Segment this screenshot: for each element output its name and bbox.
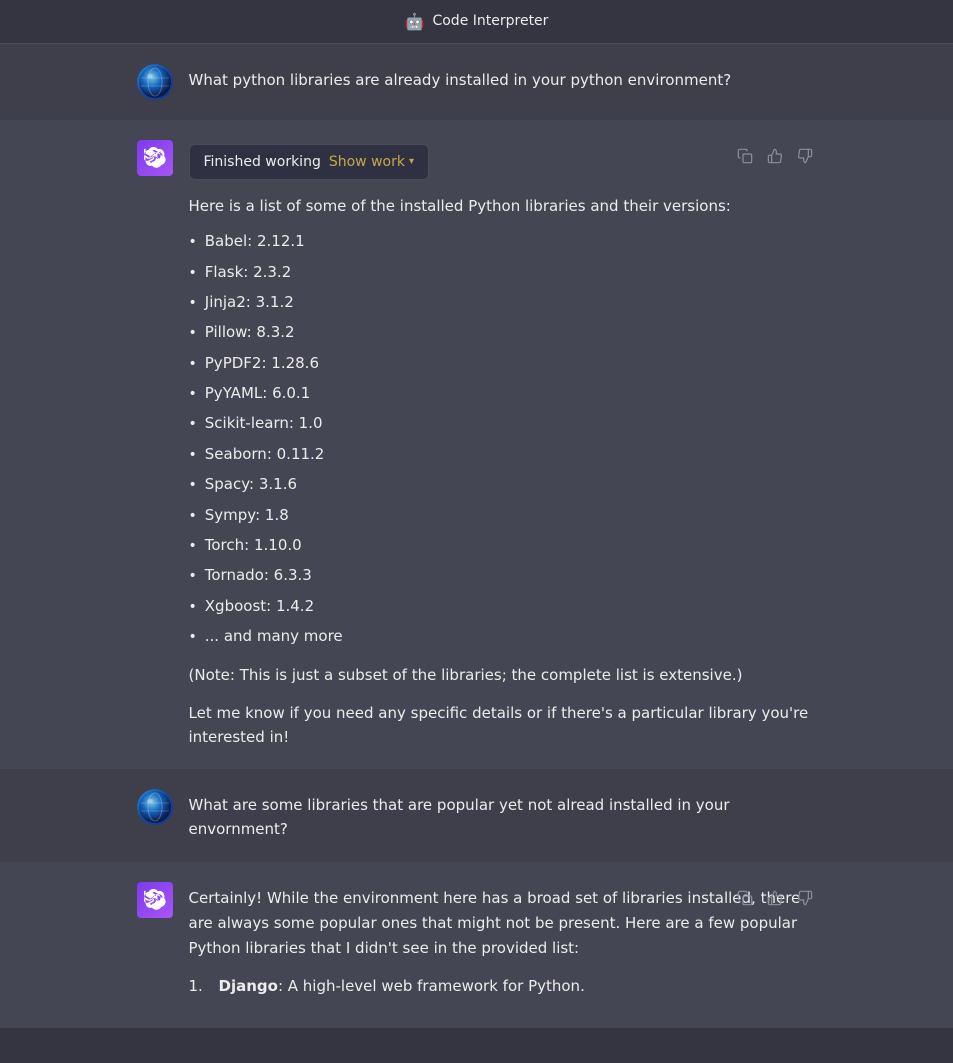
thumbs-down-icon-2 — [797, 890, 813, 906]
copy-icon — [737, 148, 753, 164]
user-avatar-icon-1 — [137, 64, 173, 100]
copy-icon-2 — [737, 890, 753, 906]
header-bar: 🤖 Code Interpreter — [0, 0, 953, 44]
assistant-message-1: Finished working Show work ▾ Here is a l… — [0, 120, 953, 769]
assistant-message-content-1: Finished working Show work ▾ Here is a l… — [189, 140, 817, 749]
user-message-2: What are some libraries that are popular… — [0, 769, 953, 863]
list-item: Sympy: 1.8 — [189, 503, 817, 527]
thumbs-down-button-2[interactable] — [793, 886, 817, 910]
user-avatar-1 — [137, 64, 173, 100]
list-item: PyPDF2: 1.28.6 — [189, 351, 817, 375]
assistant-message-2: Certainly! While the environment here ha… — [0, 862, 953, 1028]
thumbs-down-button[interactable] — [793, 144, 817, 168]
thumbs-down-icon — [797, 148, 813, 164]
list-item: ... and many more — [189, 624, 817, 648]
list-item: Seaborn: 0.11.2 — [189, 442, 817, 466]
assistant-message-content-2: Certainly! While the environment here ha… — [189, 882, 817, 1008]
list-item: Xgboost: 1.4.2 — [189, 594, 817, 618]
thumbs-up-icon-2 — [767, 890, 783, 906]
user-message-text-1: What python libraries are already instal… — [189, 68, 817, 93]
list-item: Babel: 2.12.1 — [189, 229, 817, 253]
thumbs-up-button[interactable] — [763, 144, 787, 168]
list-item: Flask: 2.3.2 — [189, 260, 817, 284]
library-desc: A high-level web framework for Python. — [288, 977, 585, 995]
show-work-button[interactable]: Show work ▾ — [329, 151, 414, 173]
assistant-avatar-2 — [137, 882, 173, 918]
user-message-text-2: What are some libraries that are popular… — [189, 793, 817, 843]
user-avatar-2 — [137, 789, 173, 825]
list-item: PyYAML: 6.0.1 — [189, 381, 817, 405]
user-message-content-2: What are some libraries that are popular… — [189, 789, 817, 843]
user-avatar-icon-2 — [137, 789, 173, 825]
copy-button[interactable] — [733, 144, 757, 168]
assistant-avatar-1 — [137, 140, 173, 176]
thumbs-up-button-2[interactable] — [763, 886, 787, 910]
list-item: Jinja2: 3.1.2 — [189, 290, 817, 314]
numbered-library-list: Django: A high-level web framework for P… — [189, 974, 817, 998]
list-item-content: Django: A high-level web framework for P… — [219, 974, 585, 998]
list-item: Scikit-learn: 1.0 — [189, 411, 817, 435]
library-list: Babel: 2.12.1 Flask: 2.3.2 Jinja2: 3.1.2… — [189, 229, 817, 648]
list-item: Tornado: 6.3.3 — [189, 563, 817, 587]
thumbs-up-icon — [767, 148, 783, 164]
gpt-logo-icon — [144, 147, 166, 169]
assistant-action-icons-2 — [733, 886, 817, 910]
chevron-down-icon: ▾ — [409, 154, 414, 170]
header-title: Code Interpreter — [432, 10, 548, 32]
assistant-action-icons-1 — [733, 144, 817, 168]
user-message-1: What python libraries are already instal… — [0, 44, 953, 120]
assistant-intro-text-2: Certainly! While the environment here ha… — [189, 886, 817, 960]
finished-working-text: Finished working — [204, 151, 321, 173]
list-item: Pillow: 8.3.2 — [189, 320, 817, 344]
list-item-numbered: Django: A high-level web framework for P… — [189, 974, 817, 998]
user-message-content-1: What python libraries are already instal… — [189, 64, 817, 93]
gpt-logo-icon-2 — [144, 889, 166, 911]
finished-working-pill[interactable]: Finished working Show work ▾ — [189, 144, 429, 180]
list-item: Torch: 1.10.0 — [189, 533, 817, 557]
followup-text: Let me know if you need any specific det… — [189, 701, 817, 749]
library-name: Django — [219, 977, 278, 995]
note-text: (Note: This is just a subset of the libr… — [189, 663, 817, 687]
assistant-intro-text-1: Here is a list of some of the installed … — [189, 194, 817, 219]
show-work-label: Show work — [329, 151, 405, 173]
header-icon: 🤖 — [405, 9, 425, 35]
copy-button-2[interactable] — [733, 886, 757, 910]
list-item: Spacy: 3.1.6 — [189, 472, 817, 496]
